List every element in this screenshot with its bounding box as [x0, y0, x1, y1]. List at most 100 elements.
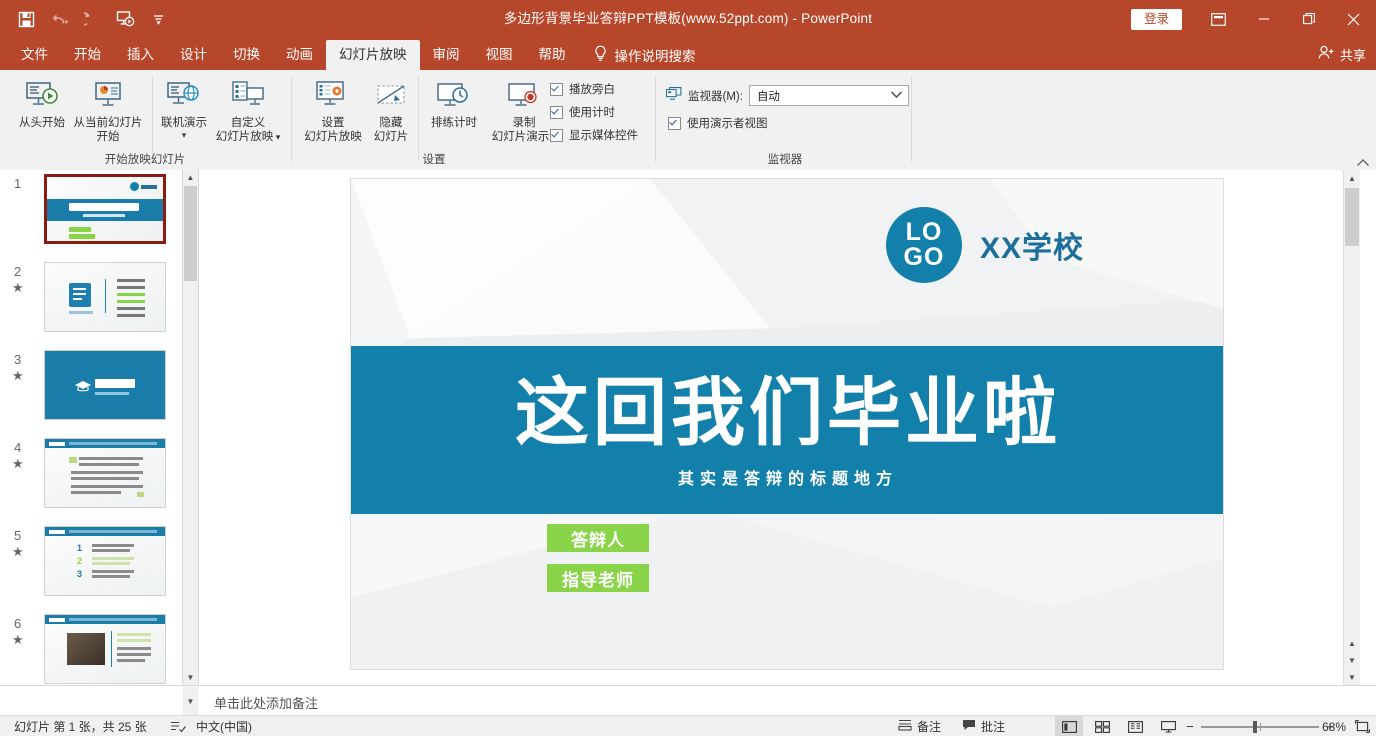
- scroll-down-icon[interactable]: ▼: [183, 670, 198, 685]
- tab-design[interactable]: 设计: [167, 40, 220, 70]
- tell-me-label: 操作说明搜索: [614, 49, 696, 64]
- close-icon[interactable]: [1331, 0, 1376, 38]
- logo-circle: LO GO: [886, 207, 962, 283]
- language-indicator[interactable]: 中文(中国): [196, 716, 252, 736]
- school-name: XX学校: [980, 232, 1085, 265]
- checkbox-use-presenter-view[interactable]: 使用演示者视图: [668, 115, 768, 131]
- scroll-up-icon[interactable]: ▲: [1344, 170, 1360, 186]
- thumbnail-slide-5[interactable]: 5 ★ 1 2 3: [0, 526, 182, 614]
- thumbnail-scroll-down-icon[interactable]: ▼: [183, 686, 198, 716]
- fit-slide-icon[interactable]: [1355, 716, 1370, 736]
- title-bar: 多边形背景毕业答辩PPT模板(www.52ppt.com) - PowerPoi…: [0, 0, 1376, 38]
- tab-review[interactable]: 审阅: [420, 40, 473, 70]
- thumbnail-slide-1[interactable]: 1: [0, 174, 182, 262]
- notes-label: 备注: [917, 720, 942, 734]
- presenter-button[interactable]: 答辩人: [547, 524, 649, 552]
- scroll-down-icon[interactable]: ▼: [1344, 669, 1360, 685]
- checkbox-use-timings[interactable]: 使用计时: [550, 104, 615, 120]
- collapse-ribbon-icon[interactable]: [1356, 156, 1372, 170]
- reading-view-button[interactable]: [1121, 716, 1149, 736]
- tab-transitions[interactable]: 切换: [220, 40, 273, 70]
- ribbon-tab-bar: 文件 开始 插入 设计 切换 动画 幻灯片放映 审阅 视图 帮助 操作说明搜索 …: [0, 38, 1376, 70]
- thumbnail-preview[interactable]: [44, 174, 166, 244]
- zoom-handle[interactable]: [1253, 720, 1257, 733]
- tab-view[interactable]: 视图: [473, 40, 526, 70]
- scroll-up-icon[interactable]: ▲: [183, 170, 198, 185]
- from-beginning-label: 从头开始: [19, 117, 65, 129]
- chevron-down-icon[interactable]: [890, 90, 903, 102]
- thumbnail-animation-star: ★: [12, 280, 24, 295]
- from-current-slide-button[interactable]: 从当前幻灯片 开始: [68, 74, 148, 144]
- scrollbar-thumb[interactable]: [1345, 188, 1359, 246]
- slide-logo: LO GO XX学校: [886, 207, 1084, 283]
- thumbnail-number: 1: [14, 176, 22, 191]
- tab-home[interactable]: 开始: [61, 40, 114, 70]
- slide-vertical-scrollbar[interactable]: ▲ ▲ ▼ ▼: [1343, 170, 1360, 685]
- ribbon-group-monitors: 监视器(M): 自动 使用演示者视图 监视器: [658, 70, 912, 169]
- monitor-icon: [666, 87, 682, 104]
- proofing-icon[interactable]: [170, 716, 186, 736]
- tab-file[interactable]: 文件: [8, 40, 61, 70]
- setup-slideshow-button[interactable]: 设置 幻灯片放映: [300, 74, 366, 144]
- slide-canvas-area: LO GO XX学校 这回我们毕业啦 其实是答辩的标题地方 答辩人 指导老师 ▲…: [199, 170, 1360, 685]
- thumbnail-preview[interactable]: [44, 614, 166, 684]
- thumbnail-preview[interactable]: [44, 262, 166, 332]
- thumbnail-slide-3[interactable]: 3 ★: [0, 350, 182, 438]
- restore-icon[interactable]: [1286, 0, 1331, 38]
- tab-insert[interactable]: 插入: [114, 40, 167, 70]
- thumbnail-slide-4[interactable]: 4 ★: [0, 438, 182, 526]
- thumbnail-preview[interactable]: [44, 438, 166, 508]
- ribbon-display-options-icon[interactable]: [1196, 0, 1241, 38]
- notes-placeholder[interactable]: 单击此处添加备注: [214, 693, 318, 712]
- thumbnail-scrollbar[interactable]: ▲ ▼: [183, 170, 199, 685]
- tab-help[interactable]: 帮助: [526, 40, 579, 70]
- from-beginning-button[interactable]: 从头开始: [8, 74, 76, 131]
- thumbnail-preview[interactable]: [44, 350, 166, 420]
- slide-thumbnail-pane[interactable]: 1 2 ★ 3 ★ 4 ★ 5 ★ 1 2 3 6 ★: [0, 170, 183, 685]
- zoom-level[interactable]: 68%: [1322, 716, 1346, 736]
- tab-animations[interactable]: 动画: [273, 40, 326, 70]
- zoom-out-button[interactable]: −: [1185, 719, 1195, 734]
- checkbox-show-media-controls[interactable]: 显示媒体控件: [550, 127, 638, 143]
- normal-view-button[interactable]: [1055, 716, 1083, 736]
- sign-in-button[interactable]: 登录: [1130, 8, 1182, 30]
- comment-icon: [962, 719, 976, 734]
- zoom-slider[interactable]: − +: [1185, 716, 1335, 736]
- checkbox-label: 使用演示者视图: [687, 118, 768, 130]
- slide-indicator[interactable]: 幻灯片 第 1 张，共 25 张: [14, 716, 147, 736]
- share-button[interactable]: 共享: [1318, 42, 1366, 66]
- rehearse-timings-icon: [422, 74, 486, 114]
- slideshow-button[interactable]: [1154, 716, 1182, 736]
- custom-slideshow-button[interactable]: 自定义 幻灯片放映 ▾: [212, 74, 284, 144]
- previous-slide-icon[interactable]: ▲: [1344, 635, 1360, 651]
- checkbox-label: 使用计时: [569, 107, 615, 119]
- thumbnail-slide-2[interactable]: 2 ★: [0, 262, 182, 350]
- slide-sorter-button[interactable]: [1088, 716, 1116, 736]
- rehearse-timings-button[interactable]: 排练计时: [422, 74, 486, 131]
- minimize-icon[interactable]: [1241, 0, 1286, 38]
- checkbox-play-narrations[interactable]: 播放旁白: [550, 81, 615, 97]
- present-online-dropdown-arrow[interactable]: ▾: [156, 130, 212, 139]
- tell-me-search[interactable]: 操作说明搜索: [579, 40, 706, 70]
- present-online-button[interactable]: 联机演示 ▾: [156, 74, 212, 139]
- scrollbar-thumb[interactable]: [184, 186, 197, 281]
- monitor-combobox[interactable]: 自动: [748, 85, 909, 106]
- thumbnail-preview[interactable]: 1 2 3: [44, 526, 166, 596]
- hide-slide-button[interactable]: 隐藏 幻灯片: [366, 74, 416, 144]
- current-slide[interactable]: LO GO XX学校 这回我们毕业啦 其实是答辩的标题地方 答辩人 指导老师: [350, 178, 1224, 670]
- thumbnail-slide-6[interactable]: 6 ★: [0, 614, 182, 685]
- notes-pane[interactable]: ▼ 单击此处添加备注: [0, 685, 1376, 716]
- work-area: 1 2 ★ 3 ★ 4 ★ 5 ★ 1 2 3 6 ★ ▲ ▼ LO GO XX…: [0, 170, 1376, 685]
- checkbox-box: [668, 116, 681, 130]
- monitor-selector[interactable]: 监视器(M): 自动: [666, 85, 909, 106]
- zoom-track[interactable]: [1201, 720, 1319, 733]
- ribbon-group-start-slideshow: 从头开始 从当前幻灯片 开始 联机演示 ▾ 自定义 幻灯片放映 ▾ 开始放映幻灯…: [0, 70, 290, 169]
- logo-line2: GO: [903, 243, 945, 271]
- tab-slide-show[interactable]: 幻灯片放映: [326, 40, 420, 70]
- monitor-label: 监视器(M):: [688, 90, 743, 103]
- advisor-button[interactable]: 指导老师: [547, 564, 649, 592]
- comments-button[interactable]: 批注: [962, 716, 1005, 736]
- thumbnail-animation-star: ★: [12, 456, 24, 471]
- notes-button[interactable]: 备注: [898, 716, 941, 736]
- next-slide-icon[interactable]: ▼: [1344, 652, 1360, 668]
